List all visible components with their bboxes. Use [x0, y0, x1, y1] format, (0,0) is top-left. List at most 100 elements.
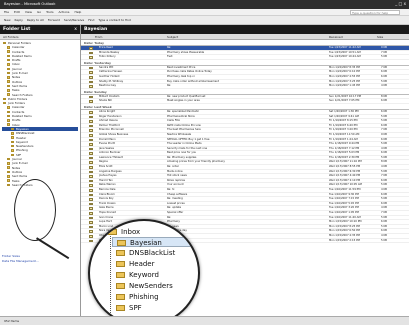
zoom-folder-item: Keyword: [116, 270, 159, 280]
envelope-icon: [89, 56, 93, 59]
folder-icon: [7, 71, 10, 75]
folder-icon: [116, 260, 125, 267]
message-row[interactable]: Sheila Nill Meet singles in your area Sun …: [81, 99, 409, 104]
zoom-folder-item: DNSBlackList: [116, 248, 175, 258]
envelope-icon: [89, 193, 93, 197]
folder-icon: [7, 93, 10, 96]
column-size[interactable]: Size: [377, 35, 383, 39]
folder-icon: [7, 58, 10, 62]
folder-icon: [7, 89, 10, 92]
menu-item[interactable]: Tools: [46, 10, 53, 14]
column-subject[interactable]: Subject: [167, 35, 178, 39]
folder-icon: [7, 50, 10, 53]
zoom-folder-item: Bayesian: [112, 237, 192, 247]
envelope-icon: [89, 156, 93, 160]
folder-icon: [11, 140, 14, 144]
toolbar-button[interactable]: Send/Receive: [64, 18, 84, 22]
envelope-icon: [89, 110, 93, 114]
zoom-folder-label: NewSenders: [129, 282, 173, 290]
zoom-folder-label: Inbox: [121, 228, 141, 236]
item-count: 952 Items: [4, 319, 20, 323]
envelope-icon: [89, 179, 93, 183]
message-subject: Re:: [167, 84, 172, 88]
help-search-input[interactable]: Type a question for help: [350, 10, 400, 15]
envelope-icon: [89, 85, 93, 88]
folder-icon: [11, 153, 14, 157]
envelope-icon: [89, 189, 93, 192]
menu-item[interactable]: Edit: [14, 10, 20, 14]
folder-icon: [7, 114, 10, 118]
message-from: Sheila Nill: [99, 99, 112, 103]
message-received: Tue 1/23/2007 10:44 AM: [329, 55, 361, 59]
column-header: From Subject Received Size: [81, 34, 409, 40]
message-list: Date: Today Erica Reed Re: Tue 1/23/2007 11…: [81, 40, 409, 244]
menu-item[interactable]: File: [4, 10, 9, 14]
column-from[interactable]: From: [95, 35, 102, 39]
message-row[interactable]: Tobin Kilbury Fwd: Tue 1/23/2007 10:44 AM 5…: [81, 55, 409, 60]
menu-item[interactable]: View: [25, 10, 32, 14]
envelope-icon: [89, 124, 93, 128]
envelope-icon: [89, 216, 93, 220]
folder-icon: [7, 110, 10, 114]
folder-icon: [7, 123, 10, 126]
envelope-icon: [89, 51, 93, 55]
message-row[interactable]: Beatrice Ivey Re: Mon 1/22/2007 1:45 PM 4 K…: [81, 84, 409, 89]
folder-icon: [117, 239, 126, 246]
column-received[interactable]: Received: [329, 35, 343, 39]
toolbar-button[interactable]: New: [4, 18, 11, 22]
folder-icon: [7, 175, 10, 178]
toolbar-button[interactable]: Find: [88, 18, 94, 22]
folder-icon: [7, 170, 10, 174]
close-icon[interactable]: x: [74, 27, 77, 32]
envelope-icon: [89, 66, 93, 70]
folder-pane-title: Folder List: [3, 27, 31, 32]
zoom-folder-item: SPF: [116, 303, 142, 313]
zoom-folder-label: DNSBlackList: [129, 249, 176, 257]
folder-icon: [108, 228, 117, 235]
folder-pane-header: Folder List x: [0, 25, 80, 34]
toolbar: New Reply Reply to All Forward Send/Receive F…: [0, 16, 409, 25]
envelope-icon: [89, 133, 93, 137]
envelope-icon: [89, 80, 93, 84]
envelope-icon: [89, 100, 93, 103]
menu-item[interactable]: Go: [37, 10, 41, 14]
envelope-icon: [89, 115, 93, 119]
toolbar-button[interactable]: Reply to All: [27, 18, 44, 22]
envelope-icon: [89, 161, 93, 165]
envelope-icon: [89, 202, 93, 206]
folder-icon: [7, 84, 10, 88]
envelope-icon: [89, 129, 93, 132]
folder-icon: [7, 76, 10, 79]
toolbar-button[interactable]: Forward: [48, 18, 60, 22]
folder-icon: [11, 144, 14, 148]
envelope-icon: [89, 184, 93, 188]
zoom-folder-item: Inbox: [108, 227, 140, 237]
message-subject: Meet singles in your area: [167, 99, 200, 103]
zoom-callout: Inbox Bayesian DNSBlackList Header Keyword Ne…: [88, 219, 200, 325]
menu-item[interactable]: Actions: [59, 10, 70, 14]
folder-icon: [3, 101, 6, 105]
envelope-icon: [89, 152, 93, 155]
message-size: 5 KB: [381, 55, 387, 59]
envelope-icon: [89, 175, 93, 178]
folder-pane: Folder List x All Folders Personal Folde…: [0, 25, 81, 316]
menu-item[interactable]: Help: [75, 10, 82, 14]
toolbar-button[interactable]: Type a contact to find: [98, 18, 130, 22]
envelope-icon: [89, 95, 93, 99]
envelope-icon: [89, 198, 93, 201]
zoom-folder-label: Keyword: [129, 271, 159, 279]
envelope-icon: [89, 221, 93, 224]
toolbar-button[interactable]: Reply: [15, 18, 23, 22]
message-subject: Fwd:: [167, 55, 174, 59]
envelope-icon: [89, 71, 93, 74]
folder-icon: [7, 46, 10, 49]
folder-icon: [11, 132, 14, 135]
window-controls[interactable]: _ □ x: [395, 1, 406, 6]
envelope-icon: [89, 166, 93, 169]
folder-tree: Personal Folders Calendar Contacts Deleted …: [0, 40, 80, 188]
envelope-icon: [89, 75, 93, 79]
envelope-icon: [89, 47, 93, 50]
zoom-folder-item: NewSenders: [116, 281, 173, 291]
folder-icon: [116, 304, 125, 311]
data-file-management-link[interactable]: Data File Management...: [2, 259, 39, 264]
